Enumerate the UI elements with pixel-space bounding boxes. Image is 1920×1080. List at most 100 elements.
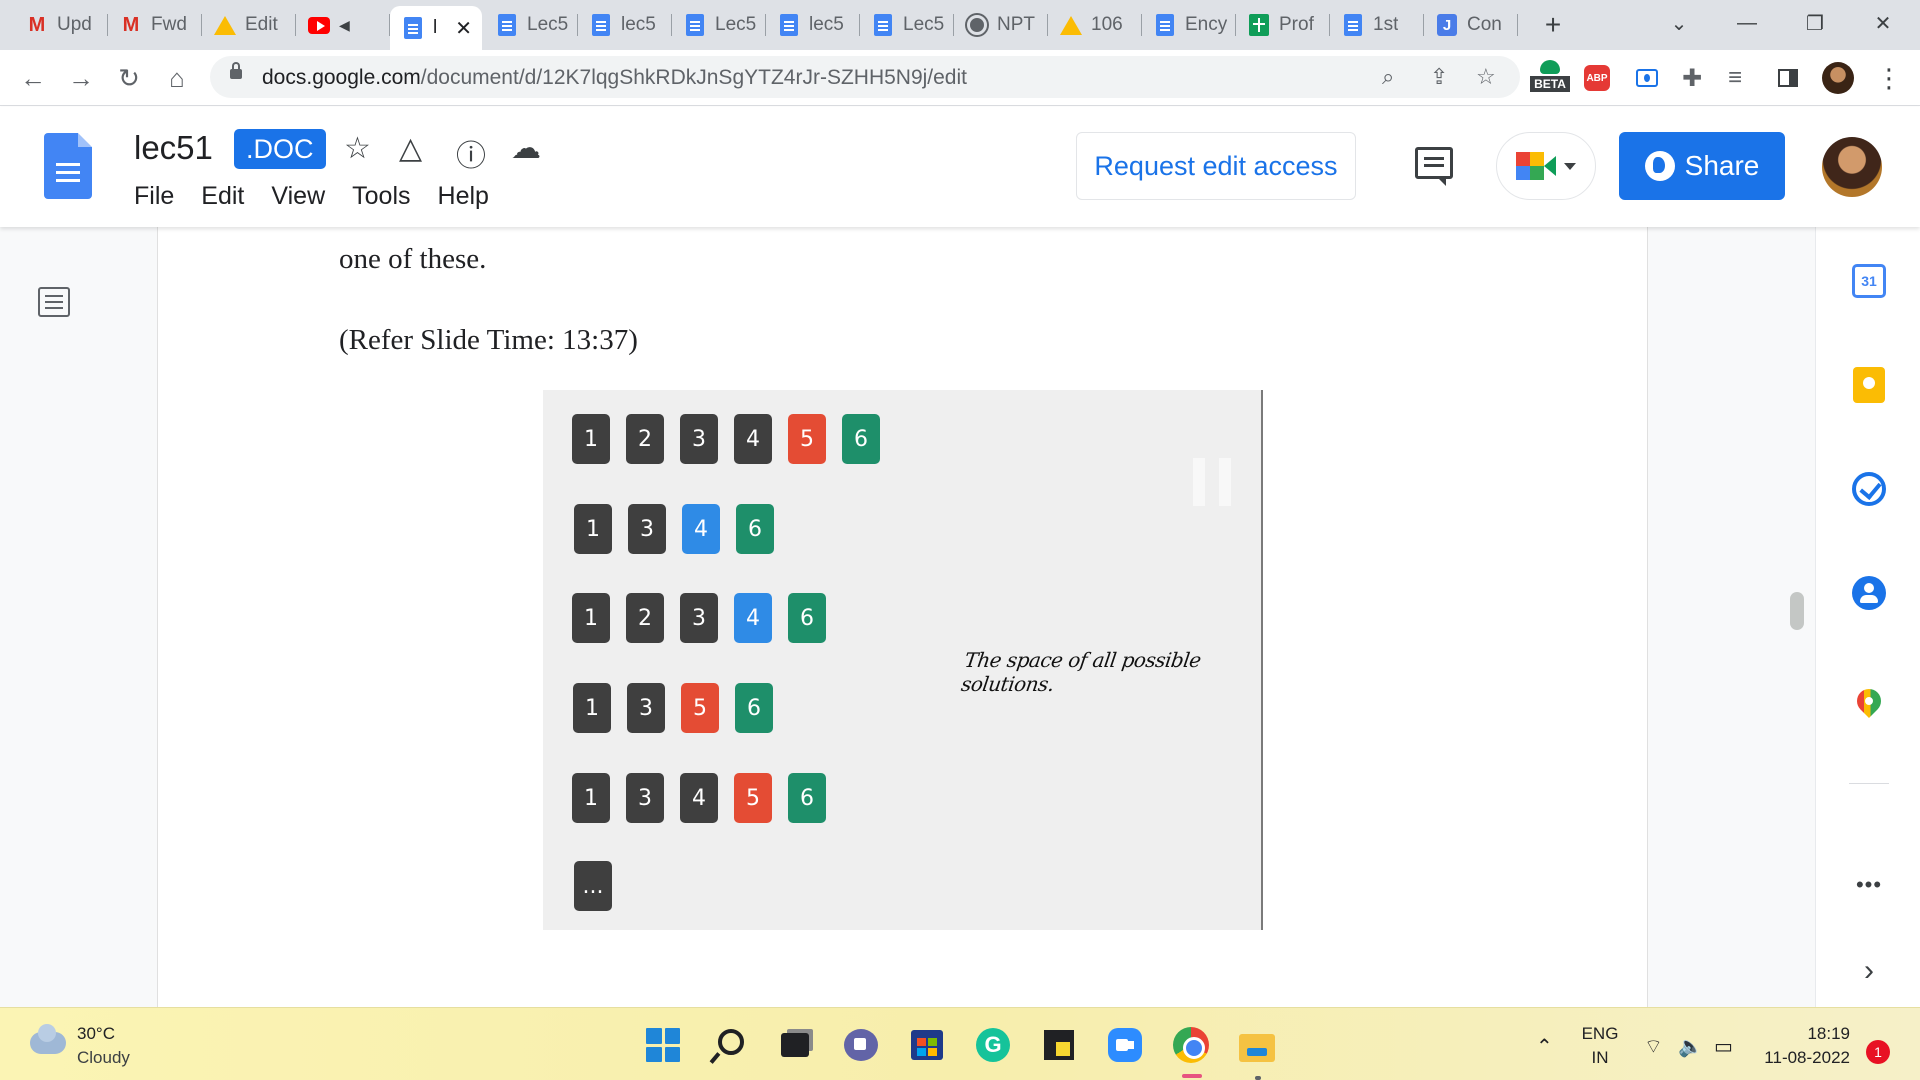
browser-tab[interactable]: M Upd [14, 8, 108, 42]
zoom-app-icon[interactable] [1107, 1027, 1143, 1063]
tasks-icon[interactable] [1851, 471, 1887, 507]
task-view-icon[interactable] [777, 1027, 813, 1063]
docs-icon [872, 14, 894, 36]
weather-cloud-icon[interactable] [30, 1024, 66, 1054]
restore-button[interactable]: ❐ [1790, 6, 1840, 40]
search-icon[interactable] [711, 1027, 747, 1063]
docs-header: lec51 .DOC ☆ △ ⓘ ☁ File Edit View Tools Help… [0, 107, 1920, 227]
browser-tab-label: Con [1467, 14, 1502, 35]
contacts-icon[interactable] [1851, 575, 1887, 611]
browser-tab[interactable]: NPT [954, 8, 1048, 42]
docs-logo-icon[interactable] [44, 133, 92, 199]
grammarly-icon[interactable]: G [975, 1027, 1011, 1063]
more-dots-icon[interactable]: ••• [1851, 867, 1887, 903]
wifi-icon[interactable]: ⌔ [1644, 1034, 1663, 1059]
share-button[interactable]: Share [1619, 132, 1785, 200]
meet-button[interactable] [1496, 132, 1596, 200]
side-panel-icon[interactable] [1778, 62, 1798, 94]
url-text[interactable]: docs.google.com/document/d/12K7lqgShkRDk… [262, 66, 967, 90]
browser-menu-icon[interactable]: ⋮ [1876, 62, 1902, 94]
reload-icon[interactable]: ↻ [111, 60, 147, 96]
move-to-drive-icon[interactable]: △ [399, 131, 422, 166]
document-title[interactable]: lec51 [134, 129, 213, 167]
menu-tools[interactable]: Tools [352, 182, 410, 211]
url-host: docs.google.com [262, 66, 421, 89]
language-indicator-top[interactable]: ENG [1580, 1024, 1620, 1044]
browser-tab[interactable]: J Con [1424, 8, 1518, 42]
menu-file[interactable]: File [134, 182, 174, 211]
close-window-button[interactable]: ✕ [1858, 6, 1908, 40]
calendar-icon[interactable]: 31 [1851, 263, 1887, 299]
weather-temperature[interactable]: 30°C [77, 1024, 115, 1044]
solution-chip: ... [574, 861, 612, 911]
microsoft-store-icon[interactable] [909, 1027, 945, 1063]
menu-edit[interactable]: Edit [201, 182, 244, 211]
share-page-icon[interactable]: ⇪ [1430, 64, 1448, 90]
home-icon[interactable]: ⌂ [159, 60, 195, 96]
minimize-button[interactable]: — [1722, 6, 1772, 40]
request-edit-access-button[interactable]: Request edit access [1076, 132, 1356, 200]
browser-tab-label: Upd [57, 14, 92, 35]
keep-icon[interactable] [1851, 367, 1887, 403]
adblock-extension-icon[interactable]: ABP [1584, 62, 1610, 94]
browser-tab[interactable]: Prof [1236, 8, 1330, 42]
browser-tab[interactable]: M Fwd [108, 8, 202, 42]
new-tab-button[interactable]: + [1537, 8, 1569, 42]
comments-icon[interactable] [1415, 147, 1453, 186]
bookmark-star-icon[interactable]: ☆ [1476, 64, 1496, 90]
star-icon[interactable]: ☆ [344, 131, 371, 166]
forward-arrow-icon[interactable]: → [63, 60, 99, 96]
file-explorer-icon[interactable] [1239, 1027, 1275, 1063]
battery-icon[interactable]: ▭ [1714, 1034, 1733, 1059]
menu-help[interactable]: Help [438, 182, 489, 211]
tab-search-chevron-icon[interactable]: ⌄ [1654, 6, 1704, 40]
maps-icon[interactable] [1851, 683, 1887, 719]
windows-taskbar: 30°C Cloudy G ⌃ ENG IN ⌔ 🔈 ▭ 18:19 11-08… [0, 1007, 1920, 1080]
document-page[interactable]: one of these. (Refer Slide Time: 13:37) … [157, 227, 1648, 1007]
notification-badge[interactable]: 1 [1866, 1040, 1890, 1064]
screen-recorder-icon[interactable] [1636, 62, 1658, 94]
weather-description[interactable]: Cloudy [77, 1048, 130, 1068]
volume-icon[interactable]: 🔈 [1678, 1034, 1703, 1059]
browser-tab[interactable]: Lec5 [672, 8, 766, 42]
audio-playing-icon[interactable]: ◀ [339, 17, 350, 34]
solution-chip: 3 [628, 504, 666, 554]
account-avatar[interactable] [1822, 137, 1882, 197]
meet-camera-icon [1516, 152, 1556, 180]
profile-avatar[interactable] [1822, 62, 1854, 94]
media-control-icon[interactable]: ≡ [1728, 62, 1742, 94]
browser-tab[interactable]: 106 [1048, 8, 1142, 42]
info-icon[interactable]: ⓘ [456, 131, 486, 175]
document-outline-icon[interactable] [38, 287, 70, 317]
vertical-scrollbar-thumb[interactable] [1790, 592, 1804, 630]
sticky-notes-icon[interactable] [1041, 1027, 1077, 1063]
browser-tab-label: Lec5 [903, 14, 945, 35]
close-tab-icon[interactable]: ✕ [455, 16, 472, 41]
zoom-icon[interactable]: ⌕ [1382, 64, 1394, 90]
language-indicator-bottom[interactable]: IN [1580, 1048, 1620, 1068]
windows-start-icon[interactable] [645, 1027, 681, 1063]
lock-icon[interactable] [230, 62, 242, 79]
menu-view[interactable]: View [271, 182, 325, 211]
cloud-status-icon[interactable]: ☁ [511, 131, 541, 166]
chrome-icon[interactable] [1173, 1027, 1209, 1063]
browser-tab[interactable]: l ✕ [390, 6, 482, 50]
browser-tab[interactable]: Edit [202, 8, 296, 42]
browser-tab-label: lec5 [809, 14, 844, 35]
chevron-up-icon[interactable]: ⌃ [1536, 1034, 1553, 1059]
back-arrow-icon[interactable]: ← [15, 60, 51, 96]
browser-tab[interactable]: 1st [1330, 8, 1424, 42]
address-bar[interactable]: docs.google.com/document/d/12K7lqgShkRDk… [210, 56, 1520, 98]
grammarly-beta-extension[interactable]: BETA [1530, 60, 1570, 94]
clock-time[interactable]: 18:19 [1770, 1024, 1850, 1044]
browser-tab[interactable]: lec5 [578, 8, 672, 42]
extensions-puzzle-icon[interactable]: ✚ [1682, 62, 1702, 94]
teams-chat-icon[interactable] [843, 1027, 879, 1063]
browser-tab[interactable]: Lec5 [484, 8, 578, 42]
chevron-right-icon[interactable]: › [1851, 953, 1887, 989]
browser-tab[interactable]: ◀ [296, 8, 390, 42]
clock-date[interactable]: 11-08-2022 [1740, 1048, 1850, 1068]
browser-tab[interactable]: Ency [1142, 8, 1236, 42]
browser-tab[interactable]: Lec5 [860, 8, 954, 42]
browser-tab[interactable]: lec5 [766, 8, 860, 42]
